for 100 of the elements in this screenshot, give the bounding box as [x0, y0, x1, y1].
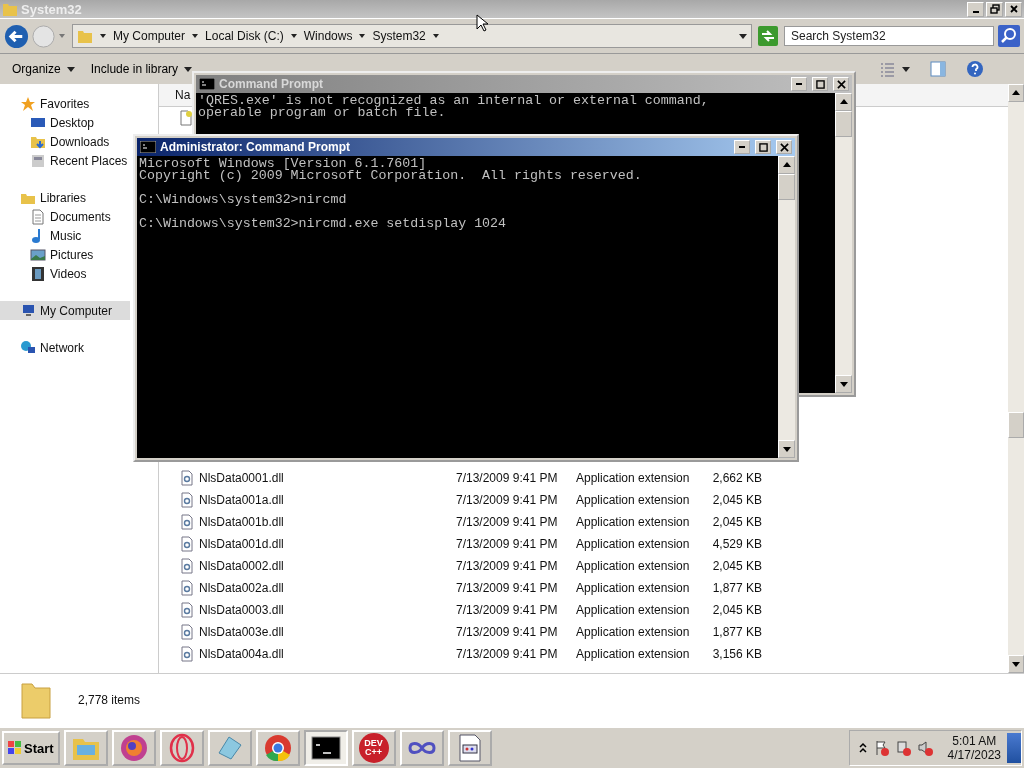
console-scrollbar[interactable] — [835, 93, 852, 393]
scroll-up-icon[interactable] — [839, 98, 848, 106]
breadcrumb-item[interactable]: Windows — [303, 29, 353, 43]
help-icon[interactable] — [966, 60, 984, 78]
file-name[interactable]: NlsData0002.dll — [199, 559, 456, 573]
speaker-icon[interactable] — [917, 740, 934, 756]
caret-icon[interactable] — [358, 32, 367, 40]
file-date: 7/13/2009 9:41 PM — [456, 559, 559, 573]
taskbar-app-button[interactable]: DEV C++ — [351, 730, 396, 766]
caret-icon[interactable] — [66, 65, 75, 73]
scroll-up-icon[interactable] — [782, 161, 791, 169]
console-line: 'QRES.exe' is not recognized as an internal or external command, — [198, 95, 710, 107]
file-date: 7/13/2009 9:41 PM — [456, 471, 559, 485]
file-name[interactable]: NlsData0003.dll — [199, 603, 456, 617]
nav-item[interactable]: Videos — [0, 264, 130, 283]
nav-item[interactable]: My Computer — [0, 301, 130, 320]
maximize-icon — [815, 79, 825, 89]
vertical-scrollbar[interactable] — [1008, 84, 1024, 673]
caret-icon[interactable] — [184, 65, 193, 73]
nav-item[interactable]: Desktop — [0, 113, 130, 132]
breadcrumb-item[interactable]: Local Disk (C:) — [205, 29, 284, 43]
nav-item[interactable]: Network — [0, 338, 130, 357]
file-size: 1,877 KB — [711, 581, 762, 595]
scroll-down-icon[interactable] — [839, 380, 848, 388]
console-icon — [140, 141, 156, 153]
toolbar-menu-button[interactable]: Organize — [12, 62, 61, 76]
minimize-button[interactable] — [967, 1, 984, 17]
column-header[interactable]: Na — [175, 88, 191, 102]
scroll-thumb[interactable] — [778, 174, 795, 200]
console-line: C:\Windows\system32>nircmd.exe setdisplay 1024 — [139, 218, 508, 230]
file-type: Application extension — [576, 515, 691, 529]
history-caret-icon[interactable] — [58, 32, 66, 40]
maximize-button[interactable] — [812, 77, 828, 91]
network-icon[interactable] — [895, 740, 912, 756]
file-name[interactable]: NlsData004a.dll — [199, 647, 456, 661]
file-name[interactable]: NlsData001d.dll — [199, 537, 456, 551]
scroll-up-icon[interactable] — [1012, 89, 1020, 97]
file-name[interactable]: NlsData002a.dll — [199, 581, 456, 595]
file-size: 2,662 KB — [711, 471, 762, 485]
file-name[interactable]: NlsData001a.dll — [199, 493, 456, 507]
windows-logo-icon — [8, 741, 22, 755]
console-scrollbar[interactable] — [778, 156, 795, 458]
file-name[interactable]: NlsData0001.dll — [199, 471, 456, 485]
dll-file-icon — [179, 492, 195, 508]
file-date: 7/13/2009 9:41 PM — [456, 581, 559, 595]
chevron-up-icon[interactable] — [857, 741, 868, 755]
nav-item[interactable]: Pictures — [0, 245, 130, 264]
nav-item[interactable]: Music — [0, 226, 130, 245]
minimize-button[interactable] — [734, 140, 750, 154]
videos-icon — [30, 265, 46, 282]
file-size: 3,156 KB — [711, 647, 762, 661]
close-button[interactable] — [1005, 1, 1022, 17]
file-date: 7/13/2009 9:41 PM — [456, 647, 559, 661]
minimize-icon — [739, 146, 745, 148]
taskbar-app-button[interactable] — [303, 730, 348, 766]
file-type: Application extension — [576, 647, 691, 661]
nav-item[interactable]: Recent Places — [0, 151, 130, 170]
console-title: Administrator: Command Prompt — [160, 140, 350, 154]
restore-button[interactable] — [986, 1, 1003, 17]
search-icon[interactable] — [998, 25, 1020, 47]
dll-file-icon — [179, 558, 195, 574]
nav-item[interactable]: Libraries — [0, 188, 130, 207]
caret-icon[interactable] — [902, 65, 910, 73]
address-field[interactable]: My Computer Local Disk (C:) Windows System32 — [72, 24, 752, 48]
close-button[interactable] — [833, 77, 849, 91]
file-name[interactable]: NlsData003e.dll — [199, 625, 456, 639]
flag-icon[interactable] — [873, 740, 890, 756]
caret-icon[interactable] — [431, 32, 440, 40]
folder-icon — [77, 28, 93, 44]
scroll-down-icon[interactable] — [782, 445, 791, 453]
refresh-button[interactable] — [758, 26, 778, 46]
console-line: C:\Windows\system32>nircmd — [139, 194, 348, 206]
toolbar-menu-button[interactable]: Include in library — [90, 62, 179, 76]
breadcrumb-item[interactable]: My Computer — [113, 29, 186, 43]
caret-icon[interactable] — [191, 32, 200, 40]
scroll-thumb[interactable] — [1008, 412, 1024, 438]
caret-icon[interactable] — [99, 32, 107, 40]
nav-item[interactable]: Favorites — [0, 94, 130, 113]
scroll-thumb[interactable] — [835, 111, 852, 137]
search-field[interactable]: Search System32 — [784, 26, 994, 46]
start-button[interactable]: Start — [2, 731, 60, 765]
swirl-icon — [118, 733, 149, 763]
file-icon — [178, 110, 194, 126]
minimize-button[interactable] — [791, 77, 807, 91]
restore-icon — [989, 4, 1000, 14]
close-button[interactable] — [776, 140, 792, 154]
taskbar-app-button[interactable] — [111, 730, 156, 766]
console-line: Microsoft Windows [Version 6.1.7601] — [139, 158, 427, 170]
file-type: Application extension — [576, 559, 691, 573]
back-button[interactable] — [4, 23, 29, 49]
nav-item[interactable]: Downloads — [0, 132, 130, 151]
maximize-button[interactable] — [755, 140, 771, 154]
nav-item[interactable]: Documents — [0, 207, 130, 226]
taskbar-app-button[interactable] — [399, 730, 444, 766]
file-type: Application extension — [576, 493, 691, 507]
file-name[interactable]: NlsData001b.dll — [199, 515, 456, 529]
caret-icon[interactable] — [289, 32, 298, 40]
breadcrumb-item[interactable]: System32 — [372, 29, 426, 43]
dropdown-caret-icon[interactable] — [739, 32, 747, 40]
scroll-down-icon[interactable] — [1012, 660, 1020, 668]
